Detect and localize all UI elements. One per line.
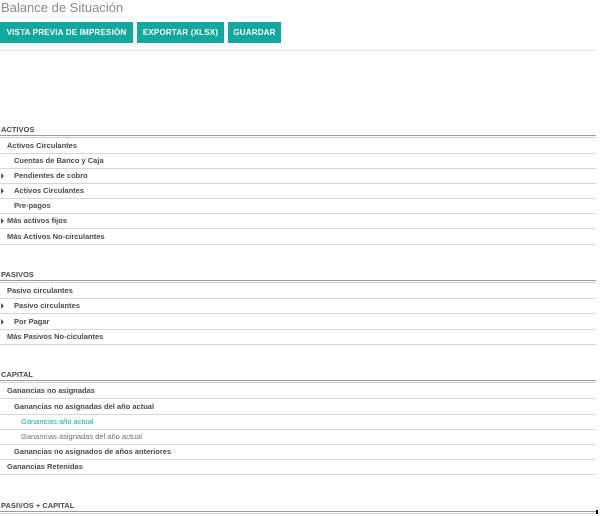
section-rule: [0, 511, 596, 514]
row-ganancias-ano-actual[interactable]: Ganancias año actual: [0, 414, 596, 430]
row-label[interactable]: Ganancias año actual: [21, 414, 94, 429]
row-mas-activos-fijos[interactable]: Más activos fijos: [0, 213, 596, 229]
row-pre-pagos[interactable]: Pre-pagos: [0, 198, 596, 214]
row-mas-activos-no-circulantes[interactable]: Más Activos No-circulantes: [0, 229, 596, 245]
row-label: Más Pasivos No-ciculantes: [7, 332, 104, 341]
caret-right-icon[interactable]: [1, 188, 4, 194]
toolbar-divider: [0, 50, 596, 51]
section-title-total: PASIVOS + CAPITAL: [1, 501, 75, 510]
caret-right-icon[interactable]: [1, 173, 4, 179]
row-label: Más Activos No-circulantes: [7, 232, 105, 241]
caret-right-icon[interactable]: [1, 303, 4, 309]
row-activos-circulantes[interactable]: Activos Circulantes: [0, 183, 596, 199]
row-label: Pasivo circulantes: [7, 286, 73, 295]
row-ganancias-no-asignadas[interactable]: Ganancias no asignadas: [0, 383, 596, 399]
section-title-pasivos: PASIVOS: [1, 270, 34, 279]
row-label: Ganancias Retenidas: [7, 462, 83, 471]
row-activos-circulantes-group[interactable]: Activos Circulantes: [0, 138, 596, 154]
row-label: Ganancias no asignados de años anteriore…: [14, 447, 172, 456]
row-ganancias-no-asignadas-ano-actual[interactable]: Ganancias no asignadas del año actual: [0, 399, 596, 415]
section-title-activos: ACTIVOS: [1, 125, 35, 134]
row-mas-pasivos-no-circulantes[interactable]: Más Pasivos No-ciculantes: [0, 329, 596, 345]
row-label: Activos Circulantes: [7, 141, 78, 150]
row-label: Pendientes de cobro: [14, 171, 88, 180]
row-label: Cuentas de Banco y Caja: [14, 156, 104, 165]
row-ganancias-retenidas[interactable]: Ganancias Retenidas: [0, 459, 596, 475]
caret-right-icon[interactable]: [1, 218, 4, 224]
caret-right-icon[interactable]: [1, 319, 4, 325]
row-por-pagar[interactable]: Por Pagar: [0, 314, 596, 330]
page-title: Balance de Situación: [1, 0, 124, 15]
row-label: Ganancias no asignadas del año actual: [14, 402, 155, 411]
print-preview-button[interactable]: VISTA PREVIA DE IMPRESIÓN: [0, 22, 133, 43]
save-button[interactable]: GUARDAR: [228, 22, 281, 43]
row-ganancias-asignadas-ano-actual[interactable]: Ganancias asignadas del año actual: [0, 429, 596, 445]
row-label: Ganancias no asignadas: [7, 386, 95, 395]
row-label: Más activos fijos: [7, 216, 68, 225]
row-cuentas-banco-caja[interactable]: Cuentas de Banco y Caja: [0, 153, 596, 169]
text-cursor: [596, 510, 598, 514]
row-ganancias-anos-anteriores[interactable]: Ganancias no asignados de años anteriore…: [0, 444, 596, 460]
row-label: Pre-pagos: [14, 201, 51, 210]
row-label: Pasivo circulantes: [14, 301, 80, 310]
row-label: Ganancias asignadas del año actual: [21, 432, 142, 441]
row-pendientes-cobro[interactable]: Pendientes de cobro: [0, 168, 596, 184]
row-label: Por Pagar: [14, 317, 50, 326]
section-title-capital: CAPITAL: [1, 370, 33, 379]
export-xlsx-button[interactable]: EXPORTAR (XLSX): [137, 22, 224, 43]
row-label: Activos Circulantes: [14, 186, 85, 195]
row-pasivo-circulantes-group[interactable]: Pasivo circulantes: [0, 283, 596, 299]
row-pasivo-circulantes[interactable]: Pasivo circulantes: [0, 298, 596, 314]
